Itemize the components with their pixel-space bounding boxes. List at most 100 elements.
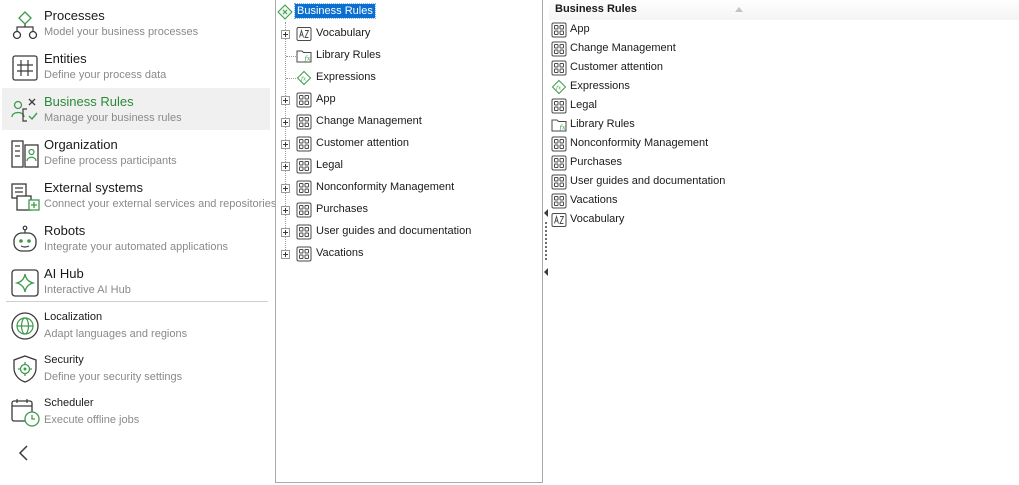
vocabulary-icon — [551, 212, 567, 228]
list-column-header[interactable]: Business Rules — [549, 0, 1019, 20]
tree-item-label: Vacations — [316, 247, 364, 259]
expand-plus-icon[interactable] — [281, 250, 290, 259]
list-item-label: Vocabulary — [570, 213, 625, 225]
list-item-label: Vacations — [570, 194, 618, 206]
list-item-user-guides-and-documentation[interactable]: User guides and documentation — [549, 173, 849, 192]
expand-plus-icon[interactable] — [281, 30, 290, 39]
tree-item-change-management[interactable]: Change Management — [276, 112, 542, 132]
list-item-label: Purchases — [570, 156, 622, 168]
rule-set-icon — [296, 114, 312, 130]
nav-item-title: Organization — [44, 137, 118, 152]
rule-set-icon — [551, 98, 567, 114]
expand-plus-icon[interactable] — [281, 162, 290, 171]
list-item-change-management[interactable]: Change Management — [549, 40, 849, 59]
rule-set-icon — [296, 246, 312, 262]
nav-item-title: Business Rules — [44, 94, 134, 109]
svg-text:fx: fx — [559, 124, 566, 132]
rule-set-icon — [296, 92, 312, 108]
tree-item-expressions[interactable]: fx Expressions — [276, 68, 542, 88]
nav-item-subtitle: Define your security settings — [44, 371, 183, 383]
tree-item-purchases[interactable]: Purchases — [276, 200, 542, 220]
list-item-nonconformity-management[interactable]: Nonconformity Management — [549, 135, 849, 154]
nav-item-scheduler[interactable]: Scheduler Execute offline jobs — [2, 391, 270, 432]
rule-set-icon — [296, 224, 312, 240]
svg-text:fx: fx — [300, 76, 307, 82]
nav-item-security[interactable]: Security Define your security settings — [2, 348, 270, 389]
list-item-legal[interactable]: Legal — [549, 97, 849, 116]
list-item-vacations[interactable]: Vacations — [549, 192, 849, 211]
expression-icon: fx — [551, 79, 567, 95]
nav-item-title: AI Hub — [44, 266, 84, 281]
rule-set-icon — [551, 193, 567, 209]
nav-item-title: Localization — [44, 311, 103, 323]
business-rules-root-icon — [277, 4, 293, 20]
nav-item-external-systems[interactable]: External systems Connect your external se… — [2, 176, 276, 217]
rule-set-icon — [551, 136, 567, 152]
sort-ascending-icon — [735, 7, 743, 12]
nav-item-title: Robots — [44, 223, 86, 238]
tree-root-business-rules[interactable]: Business Rules — [276, 2, 542, 22]
expand-plus-icon[interactable] — [281, 118, 290, 127]
tree-item-label: Customer attention — [316, 137, 409, 149]
globe-icon — [10, 311, 40, 341]
nav-item-business-rules[interactable]: Business Rules Manage your business rules — [2, 88, 270, 130]
expand-plus-icon[interactable] — [281, 228, 290, 237]
nav-item-organization[interactable]: Organization Define process participants — [2, 133, 270, 174]
rule-set-icon — [551, 22, 567, 38]
ai-sparkle-icon — [10, 268, 40, 298]
svg-text:fx: fx — [304, 55, 311, 63]
list-item-library-rules[interactable]: fx Library Rules — [549, 116, 849, 135]
list-item-customer-attention[interactable]: Customer attention — [549, 59, 849, 78]
security-gear-icon — [10, 354, 40, 384]
nav-item-localization[interactable]: Localization Adapt languages and regions — [2, 305, 270, 346]
nav-item-ai-hub[interactable]: AI Hub Interactive AI Hub — [2, 262, 270, 303]
collapse-nav-button[interactable] — [14, 442, 34, 464]
tree-item-vocabulary[interactable]: Vocabulary — [276, 24, 542, 44]
tree-item-library-rules[interactable]: fx Library Rules — [276, 46, 542, 66]
list-item-label: Change Management — [570, 42, 676, 54]
tree-item-nonconformity-management[interactable]: Nonconformity Management — [276, 178, 542, 198]
robot-icon — [10, 225, 40, 255]
entity-grid-icon — [10, 53, 40, 83]
list-item-app[interactable]: App — [549, 21, 849, 40]
tree-item-customer-attention[interactable]: Customer attention — [276, 134, 542, 154]
expand-plus-icon[interactable] — [281, 206, 290, 215]
left-navigation: Processes Model your business processes En… — [0, 0, 276, 485]
tree-item-label: App — [316, 93, 336, 105]
list-item-label: Legal — [570, 99, 597, 111]
rule-set-icon — [551, 41, 567, 57]
list-item-expressions[interactable]: fx Expressions — [549, 78, 849, 97]
rule-set-icon — [551, 155, 567, 171]
nav-item-processes[interactable]: Processes Model your business processes — [2, 4, 270, 45]
library-rules-icon: fx — [296, 48, 312, 64]
process-flow-icon — [10, 10, 40, 40]
list-item-label: Library Rules — [570, 118, 635, 130]
tree-item-app[interactable]: App — [276, 90, 542, 110]
expand-plus-icon[interactable] — [281, 96, 290, 105]
tree-item-vacations[interactable]: Vacations — [276, 244, 542, 264]
business-rules-list: Business Rules App Change Management Custo… — [549, 0, 1019, 485]
rule-set-icon — [296, 158, 312, 174]
list-header-label: Business Rules — [555, 3, 637, 15]
rule-set-icon — [551, 174, 567, 190]
expand-plus-icon[interactable] — [281, 140, 290, 149]
expand-plus-icon[interactable] — [281, 184, 290, 193]
nav-item-robots[interactable]: Robots Integrate your automated applicati… — [2, 219, 270, 260]
splitter-grip — [545, 222, 547, 262]
nav-item-title: Security — [44, 354, 84, 366]
list-item-vocabulary[interactable]: Vocabulary — [549, 211, 849, 230]
nav-item-subtitle: Execute offline jobs — [44, 414, 140, 426]
rule-set-icon — [296, 136, 312, 152]
svg-text:fx: fx — [555, 85, 562, 91]
nav-item-title: Processes — [44, 8, 105, 23]
rule-set-icon — [296, 202, 312, 218]
tree-item-user-guides-and-documentation[interactable]: User guides and documentation — [276, 222, 542, 242]
library-rules-icon: fx — [551, 117, 567, 133]
nav-item-subtitle: Manage your business rules — [44, 112, 182, 124]
nav-divider — [6, 301, 268, 302]
tree-item-label: User guides and documentation — [316, 225, 472, 237]
nav-item-entities[interactable]: Entities Define your process data — [2, 47, 270, 88]
list-item-label: App — [570, 23, 590, 35]
tree-item-legal[interactable]: Legal — [276, 156, 542, 176]
list-item-purchases[interactable]: Purchases — [549, 154, 849, 173]
